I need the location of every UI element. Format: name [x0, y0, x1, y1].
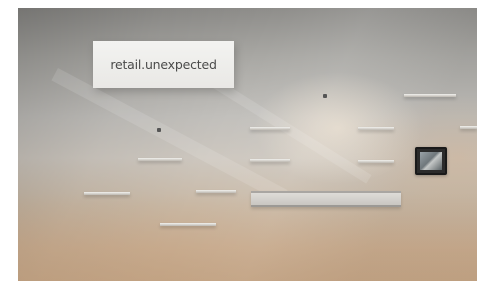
display-shelf	[84, 192, 130, 195]
display-shelf	[250, 159, 290, 162]
display-shelf	[138, 158, 182, 161]
store-wall-photo: retail.unexpected	[18, 8, 477, 281]
monitor-display	[420, 152, 442, 170]
floor	[18, 193, 477, 281]
display-shelf	[196, 190, 236, 193]
wall-monitor	[415, 147, 447, 175]
display-shelf	[404, 94, 456, 97]
display-shelf	[460, 126, 477, 129]
shelf-bracket	[323, 94, 327, 98]
display-shelf	[250, 127, 290, 130]
display-shelf	[358, 160, 394, 163]
display-shelf	[358, 127, 394, 130]
brand-sign: retail.unexpected	[93, 41, 234, 88]
sign-text: retail.unexpected	[110, 57, 217, 72]
shelf-bracket	[157, 128, 161, 132]
display-shelf	[160, 223, 216, 226]
long-display-shelf	[251, 191, 401, 207]
